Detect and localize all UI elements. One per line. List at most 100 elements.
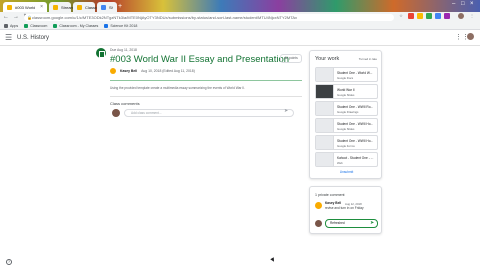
user-avatar	[112, 109, 120, 117]
your-work-card: Your work Turned in late Student One - W…	[309, 50, 382, 179]
back-icon[interactable]: ←	[3, 12, 9, 22]
attachment-item[interactable]: World War II Google Slides	[315, 84, 378, 99]
bookmark-label: Classroom - My Classes	[59, 23, 99, 28]
classroom-icon	[24, 23, 29, 28]
attachment-thumbnail	[316, 68, 334, 81]
classroom-favicon-icon	[7, 4, 12, 10]
close-tab-icon[interactable]: ×	[40, 4, 43, 10]
assignment-posted-date: Aug 10, 2018 (Edited Aug 11, 2018)	[141, 69, 195, 73]
forward-icon[interactable]: →	[13, 12, 19, 22]
avatar[interactable]	[466, 32, 475, 41]
attachment-name: Student One - WWII Ho...	[337, 122, 374, 126]
your-work-title: Your work	[315, 56, 340, 62]
bookmark-label: Science Kit 2018	[110, 23, 138, 28]
attachment-thumbnail	[316, 119, 334, 132]
classroom-favicon-icon	[101, 4, 106, 10]
unsubmit-button[interactable]: Unsubmit	[315, 170, 378, 174]
private-comments-card: 1 private comment Kasey Bell Aug 12, 201…	[309, 186, 382, 234]
comment-author: Kasey Bell	[325, 201, 342, 205]
assignment-instructions: Using the provided template create a mul…	[110, 86, 245, 90]
browser-tab-title: Stream	[61, 4, 74, 10]
browser-tab[interactable]: Stream	[49, 2, 74, 12]
attachment-type: Web	[337, 161, 343, 165]
extension-icon[interactable]	[444, 13, 450, 19]
attachment-name: World War II	[337, 88, 355, 92]
points-button[interactable]: All points	[280, 54, 302, 63]
help-icon[interactable]: ?	[6, 259, 12, 265]
browser-tab[interactable]: Shadow Box Histo	[97, 2, 117, 12]
browser-tab[interactable]: Classroom	[73, 2, 104, 12]
attachment-item[interactable]: Student One - World W... Google Docs	[315, 67, 378, 82]
user-avatar	[315, 220, 322, 227]
status-badge: Turned in late	[358, 57, 377, 61]
bookmark-item[interactable]: Science Kit 2018	[104, 23, 138, 28]
due-date: Due Aug 11, 2018	[110, 48, 137, 52]
bookmark-star-icon[interactable]: ☆	[398, 13, 404, 19]
attachment-name: Student One - World W...	[337, 71, 373, 75]
extension-icon[interactable]	[408, 13, 414, 19]
bookmark-item[interactable]: Classroom	[24, 23, 48, 28]
private-comments-heading: 1 private comment	[315, 193, 345, 197]
address-bar[interactable]: 🔒 classroom.google.com/u/1/c/MTE3ODk2NTg…	[24, 13, 394, 21]
attachment-type: Google Docs	[337, 76, 354, 80]
assignment-title: #003 World War II Essay and Presentation	[110, 54, 290, 65]
bookmark-label: Apps	[10, 23, 19, 28]
address-bar-url: classroom.google.com/u/1/c/MTE3ODk2NTgzN…	[32, 14, 298, 20]
classroom-icon	[53, 23, 58, 28]
divider	[110, 80, 302, 81]
chrome-menu-icon[interactable]: ⋮	[469, 13, 475, 19]
classroom-favicon-icon	[77, 4, 82, 10]
extension-icon[interactable]	[435, 13, 441, 19]
attachment-type: Google Slides	[337, 93, 355, 97]
mouse-cursor-icon	[270, 257, 276, 263]
class-name[interactable]: U.S. History	[17, 34, 49, 42]
attachment-type: Google Slides	[337, 127, 355, 131]
browser-tab-title: #003 World War II Essay	[15, 4, 36, 10]
assignment-meta: Kasey Bell Aug 10, 2018 (Edited Aug 11, …	[110, 68, 195, 74]
extension-icon[interactable]	[417, 13, 423, 19]
app-header: ☰ U.S. History ⋮⋮	[0, 30, 480, 46]
comment-text: revise and turn in on Friday	[325, 206, 364, 210]
attachment-type: Google Forms	[337, 144, 355, 148]
maximize-icon[interactable]: □	[461, 1, 465, 7]
attachment-item[interactable]: Student One - WWII Ro... Google Drawings	[315, 101, 378, 116]
apps-icon	[4, 23, 8, 28]
attachment-item[interactable]: Student One - WWII Ho... Google Forms	[315, 135, 378, 150]
bookmark-item[interactable]: Classroom - My Classes	[53, 23, 99, 28]
extension-icon[interactable]	[426, 13, 432, 19]
teacher-avatar	[110, 68, 116, 74]
menu-icon[interactable]: ☰	[5, 33, 12, 43]
bookmarks-bar: Apps Classroom Classroom - My Classes Sc…	[0, 22, 480, 30]
assignment-icon	[96, 48, 106, 58]
new-tab-icon[interactable]: +	[118, 2, 122, 11]
close-window-icon[interactable]: ×	[470, 1, 474, 7]
bookmark-page-icon	[104, 23, 109, 28]
class-comment-input[interactable]: Add class comment...	[124, 109, 294, 117]
minimize-icon[interactable]: –	[452, 1, 455, 7]
browser-tab-active[interactable]: #003 World War II Essay ×	[3, 2, 47, 12]
comment-date: Aug 12, 2018	[345, 201, 362, 206]
browser-tab-strip: #003 World War II Essay × Stream Classro…	[0, 0, 480, 12]
teacher-name: Kasey Bell	[120, 69, 138, 73]
attachment-thumbnail	[316, 136, 334, 149]
send-icon[interactable]: ➤	[284, 108, 288, 114]
teacher-avatar	[315, 202, 322, 209]
attachment-name: Student One - WWII Ro...	[337, 105, 374, 109]
bookmark-label: Classroom	[30, 23, 48, 28]
divider	[110, 96, 302, 97]
attachment-item[interactable]: Kahoot - Student One - ... Web	[315, 152, 378, 167]
classroom-favicon-icon	[53, 4, 58, 10]
bookmark-item[interactable]: Apps	[4, 23, 19, 28]
attachment-item[interactable]: Student One - WWII Ho... Google Slides	[315, 118, 378, 133]
attachment-name: Student One - WWII Ho...	[337, 139, 374, 143]
attachment-type: Google Drawings	[337, 110, 359, 114]
attachment-thumbnail	[316, 153, 334, 166]
profile-avatar-icon[interactable]	[458, 13, 464, 19]
send-icon[interactable]: ➤	[370, 219, 374, 228]
attachment-thumbnail	[316, 102, 334, 115]
browser-tab-title: Shadow Box Histo	[109, 4, 113, 10]
attachment-name: Kahoot - Student One - ...	[337, 156, 374, 160]
lock-icon: 🔒	[27, 14, 32, 20]
attachment-thumbnail	[316, 85, 334, 98]
class-comments-heading: Class comments	[110, 101, 140, 106]
